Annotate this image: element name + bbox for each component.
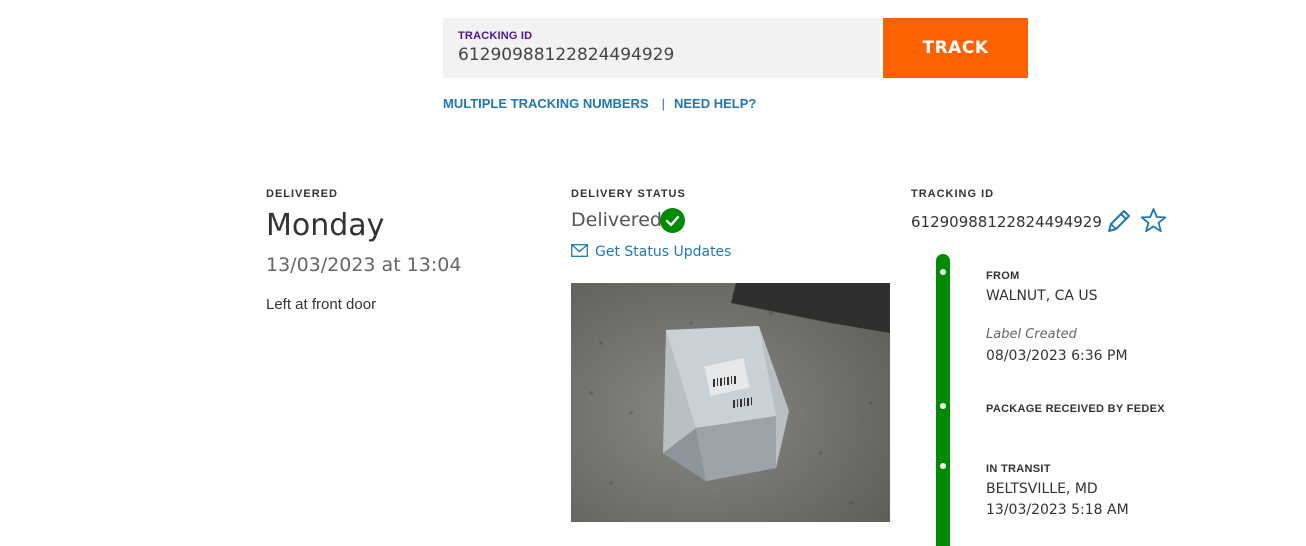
timeline-transit-date: 13/03/2023 5:18 AM bbox=[986, 502, 1129, 518]
delivery-datetime: 13/03/2023 at 13:04 bbox=[266, 254, 462, 276]
link-divider: | bbox=[661, 96, 665, 111]
delivery-status-heading: DELIVERY STATUS bbox=[571, 188, 686, 200]
multiple-tracking-numbers-link[interactable]: MULTIPLE TRACKING NUMBERS bbox=[443, 96, 649, 111]
shipment-timeline-bar bbox=[936, 254, 950, 546]
timeline-label-created: Label Created bbox=[986, 327, 1077, 342]
delivery-day: Monday bbox=[266, 208, 385, 243]
check-circle-icon bbox=[660, 208, 685, 233]
tracking-search-box: TRACKING ID bbox=[443, 18, 880, 78]
need-help-link[interactable]: NEED HELP? bbox=[674, 96, 756, 111]
timeline-received-heading: PACKAGE RECEIVED BY FEDEX bbox=[986, 403, 1165, 415]
timeline-from-location: WALNUT, CA US bbox=[986, 288, 1098, 304]
tracking-id-input[interactable] bbox=[458, 45, 858, 65]
timeline-transit-heading: IN TRANSIT bbox=[986, 463, 1051, 475]
delivery-status-value: Delivered bbox=[571, 209, 662, 231]
track-button[interactable]: TRACK bbox=[883, 18, 1028, 78]
tracking-id-label: TRACKING ID bbox=[458, 30, 533, 42]
delivered-heading: DELIVERED bbox=[266, 188, 338, 200]
star-icon[interactable] bbox=[1140, 207, 1167, 239]
timeline-transit-location: BELTSVILLE, MD bbox=[986, 481, 1098, 497]
delivery-note: Left at front door bbox=[266, 296, 377, 313]
timeline-dot-received bbox=[940, 403, 946, 409]
timeline-dot-from bbox=[940, 269, 946, 275]
pencil-icon[interactable] bbox=[1105, 207, 1133, 240]
tracking-id-value: 61290988122824494929 bbox=[911, 213, 1102, 231]
timeline-from-heading: FROM bbox=[986, 270, 1020, 282]
get-status-updates-link[interactable]: Get Status Updates bbox=[595, 244, 731, 260]
delivery-proof-photo bbox=[571, 283, 890, 522]
help-links: MULTIPLE TRACKING NUMBERS | NEED HELP? bbox=[443, 96, 756, 111]
mail-icon[interactable] bbox=[571, 244, 588, 262]
timeline-dot-transit bbox=[940, 463, 946, 469]
timeline-label-created-date: 08/03/2023 6:36 PM bbox=[986, 348, 1128, 364]
tracking-id-heading: TRACKING ID bbox=[911, 188, 995, 200]
